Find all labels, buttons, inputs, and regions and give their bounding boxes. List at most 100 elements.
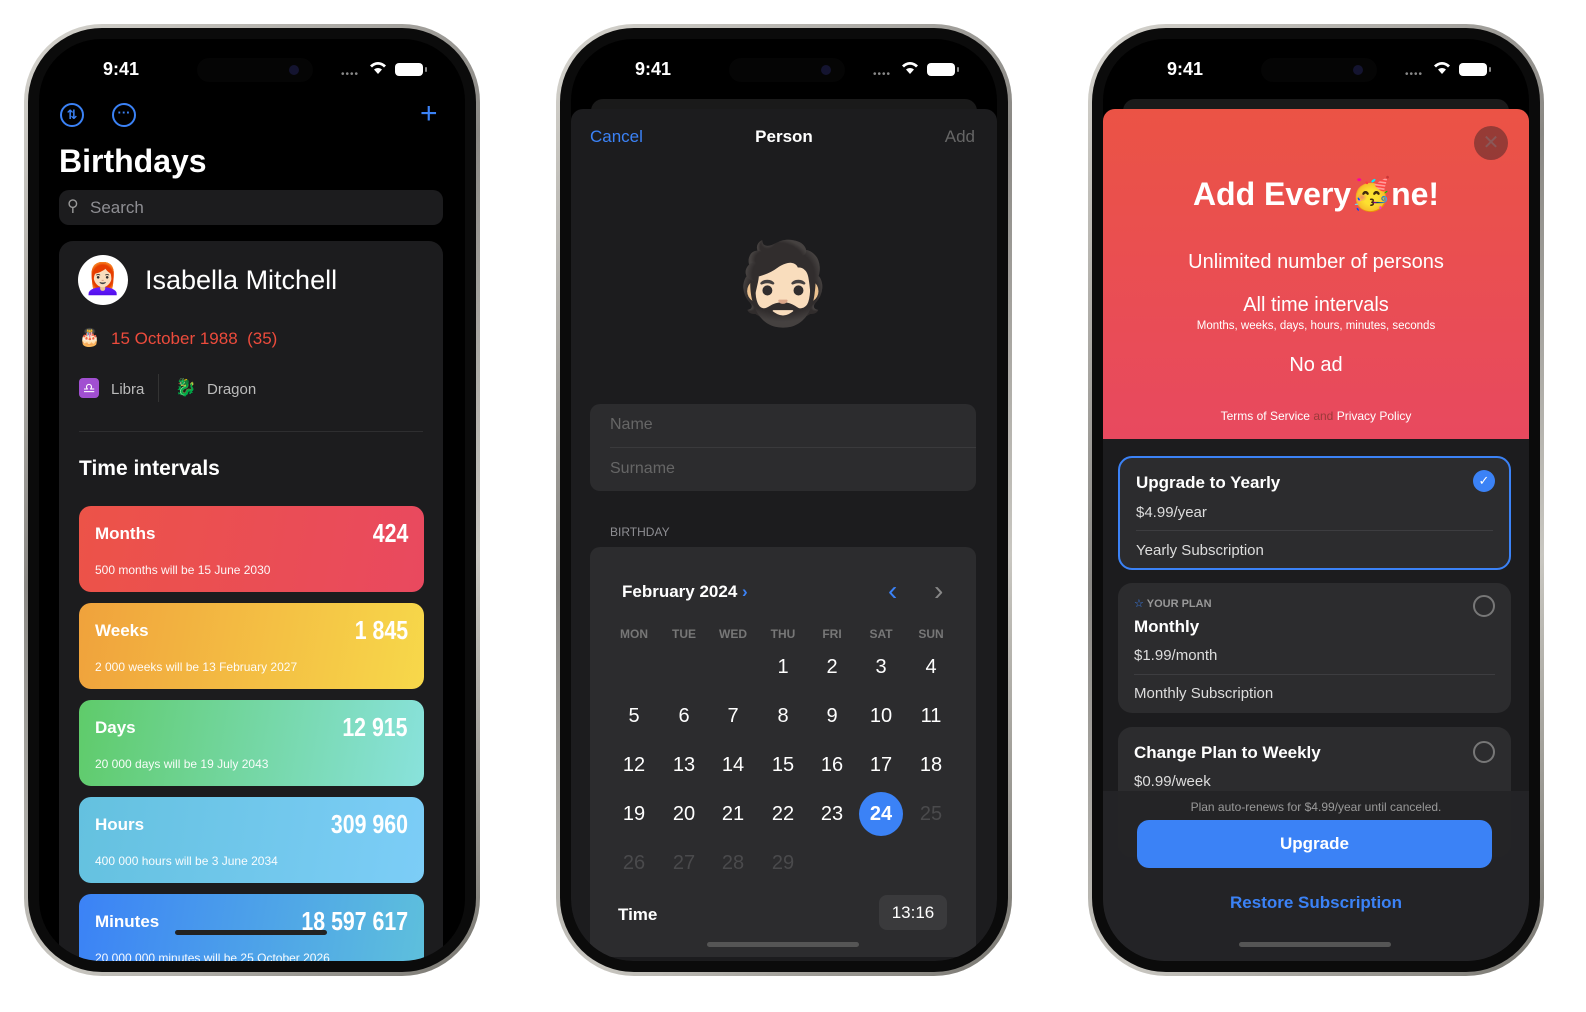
close-icon[interactable]: ✕ — [1474, 126, 1508, 160]
interval-value: 424 — [372, 518, 408, 548]
calendar-day[interactable]: 2 — [810, 645, 854, 689]
calendar-day: 25 — [919, 803, 943, 825]
plan-desc: Yearly Subscription — [1136, 542, 1264, 559]
interval-card-hours[interactable]: Hours 309 960 400 000 hours will be 3 June… — [79, 797, 424, 883]
title-part: Add Every — [1192, 176, 1352, 212]
calendar-day[interactable]: 10 — [859, 694, 903, 738]
interval-note: 400 000 hours will be 3 June 2034 — [95, 854, 278, 868]
section-title: Time intervals — [79, 457, 220, 480]
wifi-icon — [1434, 62, 1450, 74]
radio-button[interactable] — [1473, 741, 1495, 763]
calendar-day[interactable]: 20 — [662, 792, 706, 836]
calendar-day: 28 — [721, 852, 745, 874]
weekday-label: TUE — [672, 627, 696, 641]
search-input[interactable]: ⚲ Search — [59, 190, 443, 225]
feature-intervals-sub: Months, weeks, days, hours, minutes, sec… — [1196, 320, 1436, 332]
weekday-label: THU — [770, 627, 796, 641]
camera — [1353, 65, 1363, 75]
home-indicator — [1239, 942, 1391, 947]
upgrade-button[interactable]: Upgrade — [1137, 820, 1492, 868]
calendar-day[interactable]: 19 — [612, 792, 656, 836]
calendar-day[interactable]: 9 — [810, 694, 854, 738]
plan-price: $1.99/month — [1134, 647, 1218, 664]
selected-day[interactable]: 24 — [859, 792, 903, 836]
plan-title: Monthly — [1134, 617, 1200, 636]
camera — [821, 65, 831, 75]
calendar-day[interactable]: 17 — [859, 743, 903, 787]
interval-note: 20 000 000 minutes will be 25 October 20… — [95, 951, 330, 961]
calendar-day[interactable]: 18 — [909, 743, 953, 787]
paywall-header: ✕ Add Every🥳ne! Unlimited number of pers… — [1103, 109, 1529, 439]
status-time: 9:41 — [1167, 59, 1204, 79]
calendar-day[interactable]: 8 — [761, 694, 805, 738]
interval-card-months[interactable]: Months 424 500 months will be 15 June 2030 — [79, 506, 424, 592]
birthdays-screen: 9:41 •••• ⇅ ··· + Birthdays ⚲ Search 👩🏻‍… — [39, 39, 465, 961]
privacy-link[interactable]: Privacy Policy — [1337, 409, 1412, 423]
calendar-day[interactable]: 6 — [662, 694, 706, 738]
feature-no-ad: No ad — [1289, 354, 1343, 376]
plan-title: Upgrade to Yearly — [1136, 473, 1281, 492]
calendar-day[interactable]: 14 — [711, 743, 755, 787]
sort-icon[interactable]: ⇅ — [60, 103, 84, 127]
interval-value: 309 960 — [330, 809, 408, 839]
memoji-avatar[interactable]: 🧔🏻 — [733, 234, 833, 334]
phone-person: 9:41 •••• Cancel Person Add 🧔🏻 Name Surn… — [556, 24, 1012, 976]
legal-links: Terms of Service and Privacy Policy — [1103, 409, 1529, 423]
month-year-button[interactable]: February 2024 › — [622, 582, 748, 602]
next-month-icon[interactable]: › — [934, 575, 943, 607]
calendar-day[interactable]: 13 — [662, 743, 706, 787]
interval-label: Minutes — [95, 912, 160, 931]
interval-value: 12 915 — [342, 712, 408, 742]
interval-note: 20 000 days will be 19 July 2043 — [95, 757, 269, 771]
signal-icon: •••• — [341, 69, 360, 80]
calendar-day[interactable]: 7 — [711, 694, 755, 738]
radio-button[interactable] — [1473, 595, 1495, 617]
calendar-day[interactable]: 1 — [761, 645, 805, 689]
calendar-day[interactable]: 12 — [612, 743, 656, 787]
and-text: and — [1313, 409, 1334, 423]
libra-icon: ♎ — [79, 378, 99, 398]
interval-card-weeks[interactable]: Weeks 1 845 2 000 weeks will be 13 Februar… — [79, 603, 424, 689]
plan-yearly[interactable]: Upgrade to Yearly ✓ $4.99/year Yearly Su… — [1118, 456, 1511, 570]
paywall-screen: 9:41 •••• ✕ Add Every🥳ne! Unlimited numb… — [1103, 39, 1529, 961]
camera — [289, 65, 299, 75]
calendar-day[interactable]: 11 — [909, 694, 953, 738]
interval-card-days[interactable]: Days 12 915 20 000 days will be 19 July 20… — [79, 700, 424, 786]
home-indicator — [707, 942, 859, 947]
birthday-label: BIRTHDAY — [610, 525, 670, 539]
plan-monthly[interactable]: ☆ YOUR PLAN Monthly $1.99/month Monthly … — [1118, 583, 1511, 713]
calendar-day[interactable]: 16 — [810, 743, 854, 787]
weekday-label: FRI — [822, 627, 842, 641]
calendar-day[interactable]: 4 — [909, 645, 953, 689]
calendar-day[interactable]: 3 — [859, 645, 903, 689]
add-icon[interactable]: + — [420, 97, 438, 131]
paywall-sheet: ✕ Add Every🥳ne! Unlimited number of pers… — [1103, 109, 1529, 961]
weekday-label: SAT — [869, 627, 893, 641]
badge-text: YOUR PLAN — [1146, 598, 1212, 610]
interval-value: 1 845 — [354, 615, 408, 645]
calendar-day[interactable]: 22 — [761, 792, 805, 836]
prev-month-icon[interactable]: ‹ — [888, 575, 897, 607]
surname-input[interactable]: Surname — [610, 460, 675, 478]
plan-price: $0.99/week — [1134, 773, 1211, 790]
calendar-day[interactable]: 15 — [761, 743, 805, 787]
name-input[interactable]: Name — [610, 416, 653, 434]
interval-note: 2 000 weeks will be 13 February 2027 — [95, 660, 298, 674]
person-sheet: Cancel Person Add 🧔🏻 Name Surname BIRTHD… — [571, 109, 997, 961]
calendar-day[interactable]: 5 — [612, 694, 656, 738]
age: (35) — [247, 329, 278, 348]
feature-unlimited: Unlimited number of persons — [1188, 251, 1444, 273]
calendar-day[interactable]: 21 — [711, 792, 755, 836]
terms-link[interactable]: Terms of Service — [1221, 409, 1310, 423]
divider — [610, 447, 976, 448]
time-picker[interactable]: 13:16 — [879, 895, 947, 930]
divider — [1134, 674, 1495, 675]
interval-label: Hours — [95, 815, 145, 834]
interval-card-minutes[interactable]: Minutes 18 597 617 20 000 000 minutes will… — [79, 894, 424, 961]
calendar-day[interactable]: 23 — [810, 792, 854, 836]
battery-icon — [1459, 63, 1491, 76]
restore-button[interactable]: Restore Subscription — [1103, 893, 1529, 913]
feature-intervals: All time intervals — [1243, 294, 1389, 316]
add-button[interactable]: Add — [945, 127, 975, 147]
more-icon[interactable]: ··· — [112, 103, 136, 127]
